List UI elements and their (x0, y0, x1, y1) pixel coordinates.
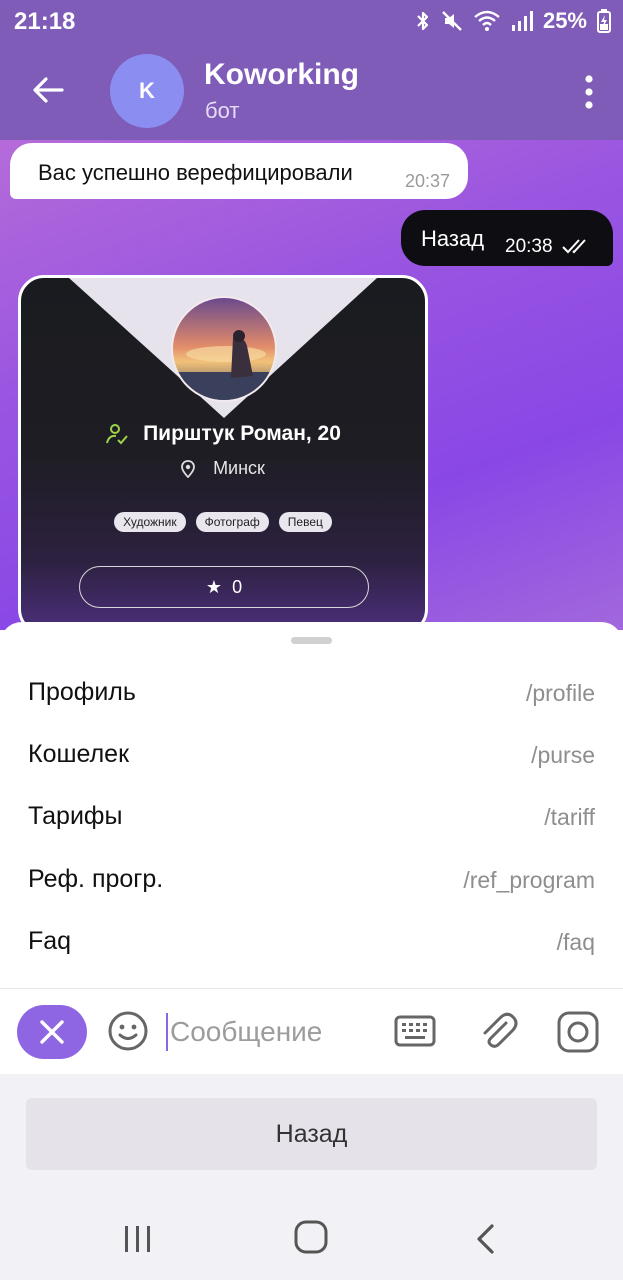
status-icons: 25% (415, 8, 611, 34)
command-item-profile[interactable]: Профиль /profile (0, 660, 623, 722)
reply-keyboard: Назад (0, 1074, 623, 1198)
profile-name: Пирштук Роман, 20 (143, 422, 341, 445)
chat-header: K Koworking бот (0, 44, 623, 140)
nav-back-icon[interactable] (472, 1222, 500, 1256)
verified-user-icon (106, 424, 128, 445)
battery-charging-icon (597, 9, 611, 33)
location-pin-icon (181, 459, 195, 478)
command-label: Реф. прогр. (28, 865, 164, 893)
message-time: 20:37 (404, 171, 450, 191)
attach-icon[interactable] (476, 1009, 520, 1053)
command-item-ref-program[interactable]: Реф. прогр. /ref_program (0, 847, 623, 909)
profile-city: Минск (213, 458, 265, 478)
recent-apps-icon[interactable] (122, 1224, 154, 1254)
message-input-bar (0, 988, 623, 1074)
battery-percent: 25% (542, 8, 587, 33)
system-nav-bar (0, 1198, 623, 1280)
mute-icon (442, 11, 462, 31)
profile-city-row: Минск (21, 458, 425, 479)
command-code: /faq (556, 929, 595, 955)
command-label: Кошелек (28, 740, 130, 768)
command-label: Профиль (28, 678, 136, 706)
message-text: Назад (421, 226, 485, 251)
bluetooth-icon (417, 11, 429, 31)
wifi-icon (474, 10, 500, 31)
message-text: Вас успешно верефицировали (38, 160, 353, 185)
profile-tag: Певец (278, 512, 332, 532)
profile-tag: Фотограф (195, 512, 269, 532)
message-outgoing[interactable]: Назад 20:38 (401, 210, 613, 266)
command-code: /ref_program (463, 867, 595, 893)
star-icon: ★ (205, 576, 223, 597)
command-code: /profile (525, 680, 595, 706)
command-code: /purse (531, 742, 595, 768)
profile-tags: Художник Фотограф Певец (21, 512, 425, 532)
message-input[interactable] (166, 1013, 366, 1051)
more-vert-icon[interactable] (583, 74, 595, 110)
command-code: /tariff (544, 804, 595, 830)
command-item-tariff[interactable]: Тарифы /tariff (0, 784, 623, 846)
message-incoming[interactable]: Вас успешно верефицировали 20:37 (10, 143, 468, 199)
profile-photo (171, 296, 277, 402)
message-time: 20:38 (505, 236, 553, 257)
chat-area[interactable]: Вас успешно верефицировали 20:37 Назад 2… (0, 140, 623, 630)
status-time: 21:18 (14, 8, 76, 35)
profile-card-image[interactable]: Пирштук Роман, 20 Минск Художник Фотогра… (18, 275, 428, 630)
chat-subtitle: бот (205, 98, 240, 123)
bot-commands-panel: Профиль /profile Кошелек /purse Тарифы /… (0, 622, 623, 988)
reply-button-back[interactable]: Назад (26, 1098, 597, 1170)
bot-keyboard-icon[interactable] (393, 1011, 437, 1051)
chat-title[interactable]: Koworking (204, 58, 359, 92)
home-icon[interactable] (293, 1219, 329, 1255)
profile-tag: Художник (114, 512, 186, 532)
double-check-icon (562, 239, 586, 254)
signal-icon (511, 11, 533, 31)
rating-value: 0 (232, 576, 243, 597)
drag-handle[interactable] (291, 637, 332, 644)
back-arrow-icon[interactable] (28, 70, 68, 110)
command-label: Faq (28, 927, 72, 955)
chat-avatar[interactable]: K (110, 54, 184, 128)
command-item-purse[interactable]: Кошелек /purse (0, 722, 623, 784)
command-item-faq[interactable]: Faq /faq (0, 909, 623, 971)
rating-pill: ★ 0 (79, 566, 369, 608)
close-icon (40, 1020, 64, 1044)
emoji-icon[interactable] (106, 1009, 150, 1053)
close-commands-button[interactable] (17, 1005, 87, 1059)
status-bar: 21:18 25% (0, 0, 623, 44)
command-label: Тарифы (28, 802, 123, 830)
camera-icon[interactable] (555, 1009, 601, 1055)
profile-name-row: Пирштук Роман, 20 (21, 422, 425, 446)
